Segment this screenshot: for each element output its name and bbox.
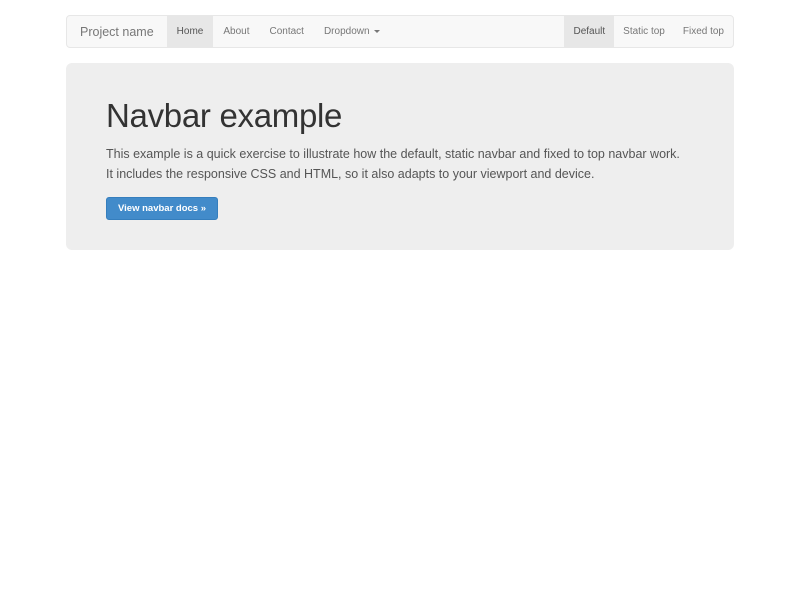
- nav-item-label: About: [223, 26, 249, 37]
- nav-item-contact[interactable]: Contact: [259, 16, 313, 47]
- nav-item-about[interactable]: About: [213, 16, 259, 47]
- navbar-brand[interactable]: Project name: [67, 16, 167, 47]
- navbar: Project name Home About Contact Dropdown…: [66, 15, 734, 48]
- nav-item-fixed-top[interactable]: Fixed top: [674, 16, 733, 47]
- jumbotron: Navbar example This example is a quick e…: [66, 63, 734, 250]
- navbar-right-nav: Default Static top Fixed top: [564, 16, 733, 47]
- nav-item-label: Static top: [623, 26, 665, 37]
- nav-item-label: Contact: [269, 26, 303, 37]
- caret-down-icon: [374, 30, 380, 33]
- nav-item-static-top[interactable]: Static top: [614, 16, 674, 47]
- nav-item-label: Home: [177, 26, 204, 37]
- nav-item-default[interactable]: Default: [564, 16, 614, 47]
- nav-item-dropdown[interactable]: Dropdown: [314, 16, 390, 47]
- page-title: Navbar example: [106, 97, 694, 134]
- view-navbar-docs-button[interactable]: View navbar docs »: [106, 197, 218, 220]
- nav-item-label: Fixed top: [683, 26, 724, 37]
- nav-item-home[interactable]: Home: [167, 16, 214, 47]
- nav-item-label: Default: [573, 26, 605, 37]
- navbar-left-nav: Home About Contact Dropdown: [167, 16, 390, 47]
- jumbotron-description: This example is a quick exercise to illu…: [106, 144, 684, 184]
- nav-item-label: Dropdown: [324, 26, 370, 37]
- page-container: Project name Home About Contact Dropdown…: [66, 15, 734, 250]
